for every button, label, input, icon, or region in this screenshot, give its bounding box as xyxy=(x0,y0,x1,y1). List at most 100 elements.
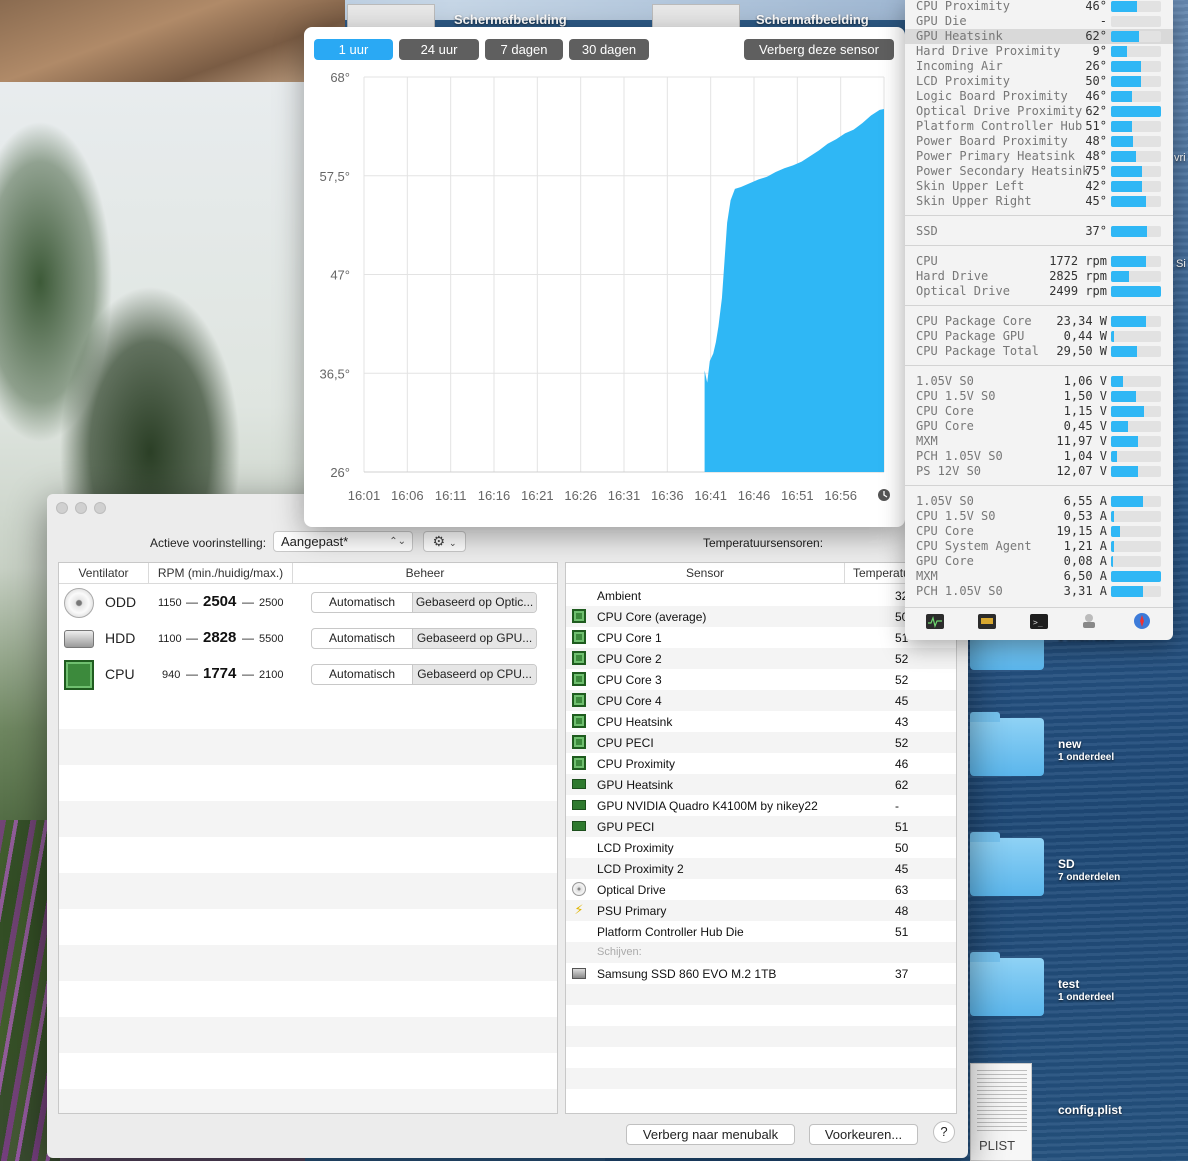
menu-sensor-row[interactable]: PS 12V S0 12,07 V xyxy=(905,464,1173,479)
sensor-row[interactable]: CPU Core 4 45 xyxy=(566,690,956,711)
menu-sensor-row[interactable]: Power Board Proximity 48° xyxy=(905,134,1173,149)
menu-sensor-row[interactable]: Power Primary Heatsink 48° xyxy=(905,149,1173,164)
column-header-sensor[interactable]: Sensor xyxy=(566,563,845,584)
menu-sensor-row[interactable]: MXM 11,97 V xyxy=(905,434,1173,449)
gear-menu-button[interactable]: ⚙ ⌄ xyxy=(423,531,466,552)
terminal-icon[interactable]: >_ xyxy=(1030,614,1048,629)
sensor-row[interactable]: Schijven: xyxy=(566,942,956,963)
menu-sensor-row[interactable]: LCD Proximity 50° xyxy=(905,74,1173,89)
menu-sensor-row[interactable]: Optical Drive 2499 rpm xyxy=(905,284,1173,299)
menu-sensor-row[interactable]: Optical Drive Proximity 62° xyxy=(905,104,1173,119)
menu-sensor-row[interactable]: Incoming Air 26° xyxy=(905,59,1173,74)
sensor-row[interactable]: LCD Proximity 50 xyxy=(566,837,956,858)
sensor-row[interactable]: GPU PECI 51 xyxy=(566,816,956,837)
menu-sensor-row[interactable]: PCH 1.05V S0 3,31 A xyxy=(905,584,1173,599)
fan-row-cpu[interactable]: CPU 940 — 1774 — 2100 Automatisch Gebase… xyxy=(59,657,557,693)
range-7-days-button[interactable]: 7 dagen xyxy=(485,39,563,60)
folder-icon[interactable] xyxy=(970,712,1044,776)
sensor-row[interactable]: GPU Heatsink 62 xyxy=(566,774,956,795)
folder-name[interactable]: new xyxy=(1058,737,1081,751)
preferences-button[interactable]: Voorkeuren... xyxy=(809,1124,918,1145)
sensor-row[interactable]: CPU Core 3 52 xyxy=(566,669,956,690)
preset-select[interactable]: Aangepast* ⌃⌄ xyxy=(273,531,413,552)
activity-monitor-icon[interactable] xyxy=(926,614,944,629)
sensor-row[interactable]: CPU Core 2 52 xyxy=(566,648,956,669)
range-24-hours-button[interactable]: 24 uur xyxy=(399,39,479,60)
menu-sensor-row[interactable]: CPU Package Total 29,50 W xyxy=(905,344,1173,359)
sensor-row[interactable]: Optical Drive 63 xyxy=(566,879,956,900)
menu-sensor-row[interactable]: GPU Die - xyxy=(905,14,1173,29)
screenshot-label[interactable]: Schermafbeelding xyxy=(756,12,869,27)
sensor-based-mode-button[interactable]: Gebaseerd op Optic... xyxy=(413,593,536,612)
menu-sensor-row[interactable]: Skin Upper Right 45° xyxy=(905,194,1173,209)
menu-sensor-row[interactable]: CPU Package Core 23,34 W xyxy=(905,314,1173,329)
minimize-window-button[interactable] xyxy=(75,502,87,514)
clock-icon[interactable] xyxy=(878,489,890,501)
menu-sensor-row[interactable]: Skin Upper Left 42° xyxy=(905,179,1173,194)
menu-sensor-row[interactable]: Hard Drive Proximity 9° xyxy=(905,44,1173,59)
sensor-row[interactable]: Ambient 32 xyxy=(566,585,956,606)
sensor-row[interactable]: CPU Proximity 46 xyxy=(566,753,956,774)
sensor-row[interactable]: CPU Core 1 51 xyxy=(566,627,956,648)
safari-icon[interactable] xyxy=(1133,612,1151,630)
menu-sensor-row[interactable]: GPU Core 0,08 A xyxy=(905,554,1173,569)
folder-name[interactable]: SD xyxy=(1058,857,1075,871)
screenshot-label[interactable]: Schermafbeelding xyxy=(454,12,567,27)
sensor-row[interactable]: ⚡ PSU Primary 48 xyxy=(566,900,956,921)
menu-sensor-row[interactable]: PCH 1.05V S0 1,04 V xyxy=(905,449,1173,464)
system-info-icon[interactable] xyxy=(1080,612,1098,630)
temperature-sensors-label: Temperatuursensoren: xyxy=(703,536,824,550)
menu-sensor-row[interactable]: CPU Core 19,15 A xyxy=(905,524,1173,539)
column-header-rpm[interactable]: RPM (min./huidig/max.) xyxy=(149,563,293,584)
hide-sensor-button[interactable]: Verberg deze sensor xyxy=(744,39,894,60)
menu-sensor-row[interactable]: CPU 1.5V S0 0,53 A xyxy=(905,509,1173,524)
column-header-control[interactable]: Beheer xyxy=(293,563,557,584)
auto-mode-button[interactable]: Automatisch xyxy=(312,629,414,648)
menu-sensor-row[interactable]: CPU 1772 rpm xyxy=(905,254,1173,269)
menu-sensor-row[interactable]: Platform Controller Hub 51° xyxy=(905,119,1173,134)
menu-sensor-row[interactable]: 1.05V S0 6,55 A xyxy=(905,494,1173,509)
menu-sensor-row[interactable]: CPU System Agent 1,21 A xyxy=(905,539,1173,554)
menu-sensor-row[interactable]: CPU Package GPU 0,44 W xyxy=(905,329,1173,344)
file-name[interactable]: config.plist xyxy=(1058,1103,1122,1117)
auto-mode-button[interactable]: Automatisch xyxy=(312,593,414,612)
sensor-based-mode-button[interactable]: Gebaseerd op GPU... xyxy=(413,629,536,648)
sensor-row[interactable]: LCD Proximity 2 45 xyxy=(566,858,956,879)
screenshot-thumbnail[interactable] xyxy=(652,4,740,28)
menu-sensor-row[interactable]: GPU Heatsink 62° xyxy=(905,29,1173,44)
range-30-days-button[interactable]: 30 dagen xyxy=(569,39,649,60)
screenshot-thumbnail[interactable] xyxy=(347,4,435,28)
zoom-window-button[interactable] xyxy=(94,502,106,514)
fan-row-odd[interactable]: ODD 1150 — 2504 — 2500 Automatisch Gebas… xyxy=(59,585,557,621)
column-header-fan[interactable]: Ventilator xyxy=(59,563,149,584)
menu-sensor-row[interactable]: CPU Core 1,15 V xyxy=(905,404,1173,419)
menu-sensor-row[interactable]: SSD 37° xyxy=(905,224,1173,239)
menu-sensor-row[interactable]: GPU Core 0,45 V xyxy=(905,419,1173,434)
sensor-row[interactable]: GPU NVIDIA Quadro K4100M by nikey22 - xyxy=(566,795,956,816)
menu-sensor-row[interactable]: 1.05V S0 1,06 V xyxy=(905,374,1173,389)
hide-to-menubar-button[interactable]: Verberg naar menubalk xyxy=(626,1124,795,1145)
folder-name[interactable]: test xyxy=(1058,977,1079,991)
sensor-row[interactable]: CPU PECI 52 xyxy=(566,732,956,753)
menu-sensor-row[interactable]: CPU Proximity 46° xyxy=(905,0,1173,14)
menu-sensor-row[interactable]: MXM 6,50 A xyxy=(905,569,1173,584)
menu-sensor-row[interactable]: Logic Board Proximity 46° xyxy=(905,89,1173,104)
help-button[interactable]: ? xyxy=(933,1121,955,1143)
hardware-monitor-icon[interactable] xyxy=(978,614,996,629)
folder-icon[interactable] xyxy=(970,832,1044,896)
menu-sensor-row[interactable]: Hard Drive 2825 rpm xyxy=(905,269,1173,284)
range-1-hour-button[interactable]: 1 uur xyxy=(314,39,393,60)
sensor-row[interactable]: CPU Core (average) 50 xyxy=(566,606,956,627)
sensor-row[interactable]: Samsung SSD 860 EVO M.2 1TB 37 xyxy=(566,963,956,984)
close-window-button[interactable] xyxy=(56,502,68,514)
fan-row-hdd[interactable]: HDD 1100 — 2828 — 5500 Automatisch Gebas… xyxy=(59,621,557,657)
menu-sensor-row[interactable]: CPU 1.5V S0 1,50 V xyxy=(905,389,1173,404)
menu-sensor-row[interactable]: Power Secondary Heatsink 75° xyxy=(905,164,1173,179)
plist-file-icon[interactable]: PLIST xyxy=(970,1063,1032,1161)
folder-icon[interactable] xyxy=(970,952,1044,1016)
sensor-row[interactable]: Platform Controller Hub Die 51 xyxy=(566,921,956,942)
sensor-based-mode-button[interactable]: Gebaseerd op CPU... xyxy=(413,665,536,684)
auto-mode-button[interactable]: Automatisch xyxy=(312,665,414,684)
sensor-value: 48° xyxy=(1085,149,1107,163)
sensor-row[interactable]: CPU Heatsink 43 xyxy=(566,711,956,732)
